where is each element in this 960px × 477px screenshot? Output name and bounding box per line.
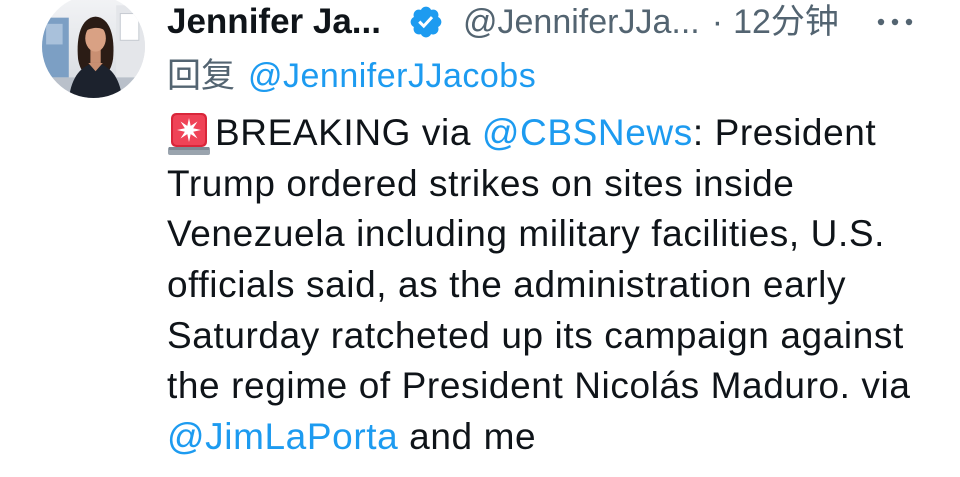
reply-mention-link[interactable]: @JenniferJJacobs xyxy=(248,56,536,96)
author-profile-photo xyxy=(42,0,145,98)
tweet-text-segment: officials said, as the administration ea… xyxy=(167,264,847,306)
meta-separator: · xyxy=(711,3,724,41)
avatar-photo-content xyxy=(42,0,145,98)
reply-context: 回复 @JenniferJJacobs xyxy=(167,56,667,96)
author-handle[interactable]: @JenniferJJa... xyxy=(463,2,700,42)
tweet-text-line: the regime of President Nicolás Maduro. … xyxy=(167,361,911,412)
tweet-timestamp[interactable]: 12分钟 xyxy=(733,2,839,42)
tweet-text-line: officials said, as the administration ea… xyxy=(167,260,911,311)
verified-badge-icon[interactable] xyxy=(408,4,444,40)
more-options-icon-graphic xyxy=(877,18,913,26)
tweet-text-segment: and me xyxy=(398,416,537,458)
rotating-light-icon xyxy=(167,112,211,156)
verified-badge-icon-graphic xyxy=(410,6,442,38)
author-meta: @JenniferJJa... · 12分钟 xyxy=(463,2,839,42)
tweet-text-segment: Venezuela including military facilities,… xyxy=(167,213,885,255)
tweet-text-line: Trump ordered strikes on sites inside xyxy=(167,159,911,210)
tweet-text-segment: Saturday ratcheted up its campaign again… xyxy=(167,314,904,356)
tweet-text-line: Saturday ratcheted up its campaign again… xyxy=(167,311,911,362)
tweet-text-segment: the regime of President Nicolás Maduro. … xyxy=(167,365,911,407)
mention-link-jimlaporta[interactable]: @JimLaPorta xyxy=(167,416,398,457)
author-avatar[interactable] xyxy=(42,0,145,98)
tweet-text-segment: BREAKING via xyxy=(215,112,482,153)
reply-label: 回复 xyxy=(167,57,235,95)
tweet-text-segment: Trump ordered strikes on sites inside xyxy=(167,162,795,204)
more-options-icon[interactable] xyxy=(872,12,918,32)
tweet-text-line: @JimLaPorta and me xyxy=(167,412,911,463)
tweet-text-line: Venezuela including military facilities,… xyxy=(167,209,911,260)
tweet-card[interactable]: Jennifer Ja... @JenniferJJa... · 12分钟 回复… xyxy=(0,0,960,477)
mention-link-cbsnews[interactable]: @CBSNews xyxy=(482,112,693,153)
tweet-text-segment: : President xyxy=(692,112,877,153)
tweet-text: BREAKING via @CBSNews: President Trump o… xyxy=(167,108,911,463)
rotating-light-icon-graphic xyxy=(168,113,210,155)
tweet-text-line: BREAKING via @CBSNews: President xyxy=(167,108,911,159)
author-display-name[interactable]: Jennifer Ja... xyxy=(167,2,381,42)
